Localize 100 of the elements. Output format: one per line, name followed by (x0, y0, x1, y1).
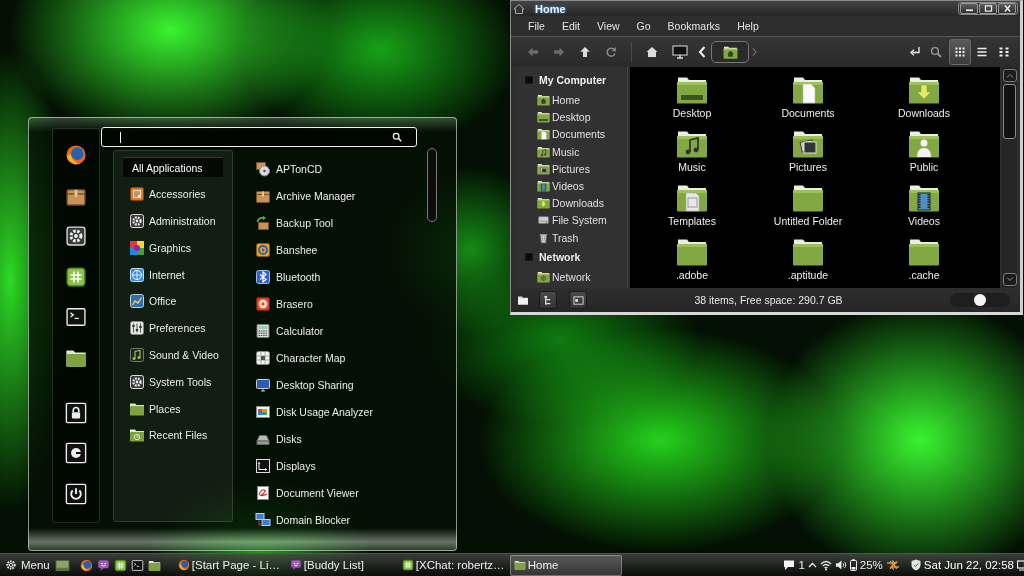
app-item[interactable]: Disks (250, 425, 422, 453)
app-item[interactable]: Brasero (250, 290, 422, 318)
volume-icon[interactable] (834, 559, 847, 571)
home-icon[interactable] (646, 46, 658, 58)
sidebar-item[interactable]: File System (516, 211, 627, 229)
app-item[interactable]: Bluetooth (250, 263, 422, 291)
menu-item[interactable]: File (528, 20, 545, 32)
globe-icon[interactable] (65, 144, 87, 166)
folder-item[interactable]: Pictures (750, 130, 866, 174)
speech-bubble-icon[interactable] (96, 558, 110, 572)
category-item[interactable]: System Tools (123, 371, 223, 392)
app-item[interactable]: Backup Tool (250, 209, 422, 237)
minimize-button[interactable] (960, 3, 978, 14)
logout-icon[interactable] (65, 442, 87, 465)
desktop-icon[interactable] (54, 558, 70, 572)
view-toggle[interactable] (949, 39, 971, 65)
window-button[interactable]: [XChat: robertz… (397, 554, 510, 576)
chevron-left-icon[interactable] (698, 46, 706, 58)
notification-icon[interactable] (783, 559, 796, 571)
scroll-down-button[interactable] (1002, 273, 1017, 286)
chat-icon[interactable] (65, 265, 87, 288)
app-item[interactable]: Character Map (250, 344, 422, 372)
app-item[interactable]: APTonCD (250, 155, 422, 183)
sidebar-item[interactable]: Downloads (516, 194, 627, 212)
search-field[interactable] (101, 127, 417, 147)
window-button[interactable]: [Start Page - Li… (173, 554, 286, 576)
folder-item[interactable]: Templates (634, 184, 750, 228)
folder-item[interactable]: .adobe (634, 238, 750, 282)
app-item[interactable]: Document Viewer (250, 479, 422, 507)
category-item[interactable]: Places (123, 398, 223, 419)
close-button[interactable] (998, 3, 1016, 14)
app-item[interactable]: Domain Blocker (250, 506, 422, 534)
reload-icon[interactable] (605, 46, 617, 58)
terminal-icon[interactable] (130, 558, 144, 572)
category-item[interactable]: Preferences (123, 317, 223, 338)
sidebar-item[interactable]: Trash (516, 229, 627, 247)
category-item[interactable]: All Applications (123, 157, 223, 177)
search-icon[interactable] (930, 46, 942, 58)
app-item[interactable]: Archive Manager (250, 182, 422, 210)
globe-icon[interactable] (79, 558, 93, 572)
menu-button[interactable]: Menu (3, 555, 52, 575)
folder-icon[interactable] (517, 294, 529, 306)
power-icon[interactable] (65, 482, 87, 505)
sidebar-item[interactable]: Home (516, 91, 627, 109)
sidebar-item[interactable]: Music (516, 143, 627, 161)
category-item[interactable]: Sound & Video (123, 344, 223, 365)
wifi-icon[interactable] (819, 559, 832, 571)
lock-icon[interactable] (65, 401, 87, 424)
sidebar-item[interactable]: Network (516, 268, 627, 286)
folder-item[interactable]: .aptitude (750, 238, 866, 282)
scroll-up-button[interactable] (1002, 69, 1017, 82)
chevron-right-icon[interactable] (752, 47, 757, 57)
path-button[interactable] (711, 41, 749, 63)
chat-icon[interactable] (113, 558, 127, 572)
terminal-icon[interactable] (65, 306, 87, 329)
app-item[interactable]: Disk Usage Analyzer (250, 398, 422, 426)
app-item[interactable]: Banshee (250, 236, 422, 264)
menu-item[interactable]: View (597, 20, 620, 32)
tree-view-button[interactable] (539, 291, 557, 309)
category-item[interactable]: Accessories (123, 183, 223, 204)
folder-item[interactable]: Documents (750, 76, 866, 120)
category-item[interactable]: Graphics (123, 237, 223, 258)
folder-item[interactable]: Desktop (634, 76, 750, 120)
return-arrow-icon[interactable] (909, 46, 921, 58)
slider-thumb[interactable] (974, 294, 986, 306)
sidebar-item[interactable]: Pictures (516, 160, 627, 178)
folder-item[interactable]: Music (634, 130, 750, 174)
back-arrow-icon[interactable] (527, 46, 539, 58)
folder-item[interactable]: Untitled Folder (750, 184, 866, 228)
app-item[interactable]: Desktop Sharing (250, 371, 422, 399)
monitor-icon[interactable] (672, 45, 688, 59)
shield-icon[interactable] (910, 559, 921, 571)
zoom-slider[interactable] (950, 293, 1010, 307)
window-button[interactable]: [Buddy List] (285, 554, 398, 576)
scrollbar-thumb[interactable] (1003, 84, 1016, 139)
menu-item[interactable]: Go (636, 20, 651, 32)
sidebar-item[interactable]: Documents (516, 125, 627, 144)
sidebar-item[interactable]: Desktop (516, 108, 627, 126)
folder-item[interactable]: Videos (866, 184, 982, 228)
maximize-button[interactable] (979, 3, 997, 14)
window-button[interactable]: Home (509, 554, 622, 576)
forward-arrow-icon[interactable] (553, 46, 565, 58)
app-item[interactable]: Displays (250, 452, 422, 480)
category-item[interactable]: Internet (123, 264, 223, 285)
scrollbar-thumb[interactable] (427, 148, 437, 222)
home-icon[interactable] (513, 2, 525, 15)
clock[interactable]: Sat Jun 22, 02:58 (923, 559, 1014, 571)
category-item[interactable]: Recent Files (123, 424, 223, 445)
menu-item[interactable]: Bookmarks (667, 20, 721, 32)
battery-icon[interactable] (849, 559, 857, 571)
disconnected-icon[interactable] (885, 559, 900, 571)
category-item[interactable]: Office (123, 291, 223, 311)
folder-icon[interactable] (147, 558, 161, 572)
sidebar-toggle-button[interactable] (569, 291, 587, 309)
up-arrow-icon[interactable] (579, 46, 591, 58)
folder-item[interactable]: .cache (866, 238, 982, 282)
folder-item[interactable]: Downloads (866, 76, 982, 120)
folder-item[interactable]: Public (866, 130, 982, 174)
sidebar-item[interactable]: Videos (516, 177, 627, 195)
chevron-up-icon[interactable] (807, 562, 817, 568)
